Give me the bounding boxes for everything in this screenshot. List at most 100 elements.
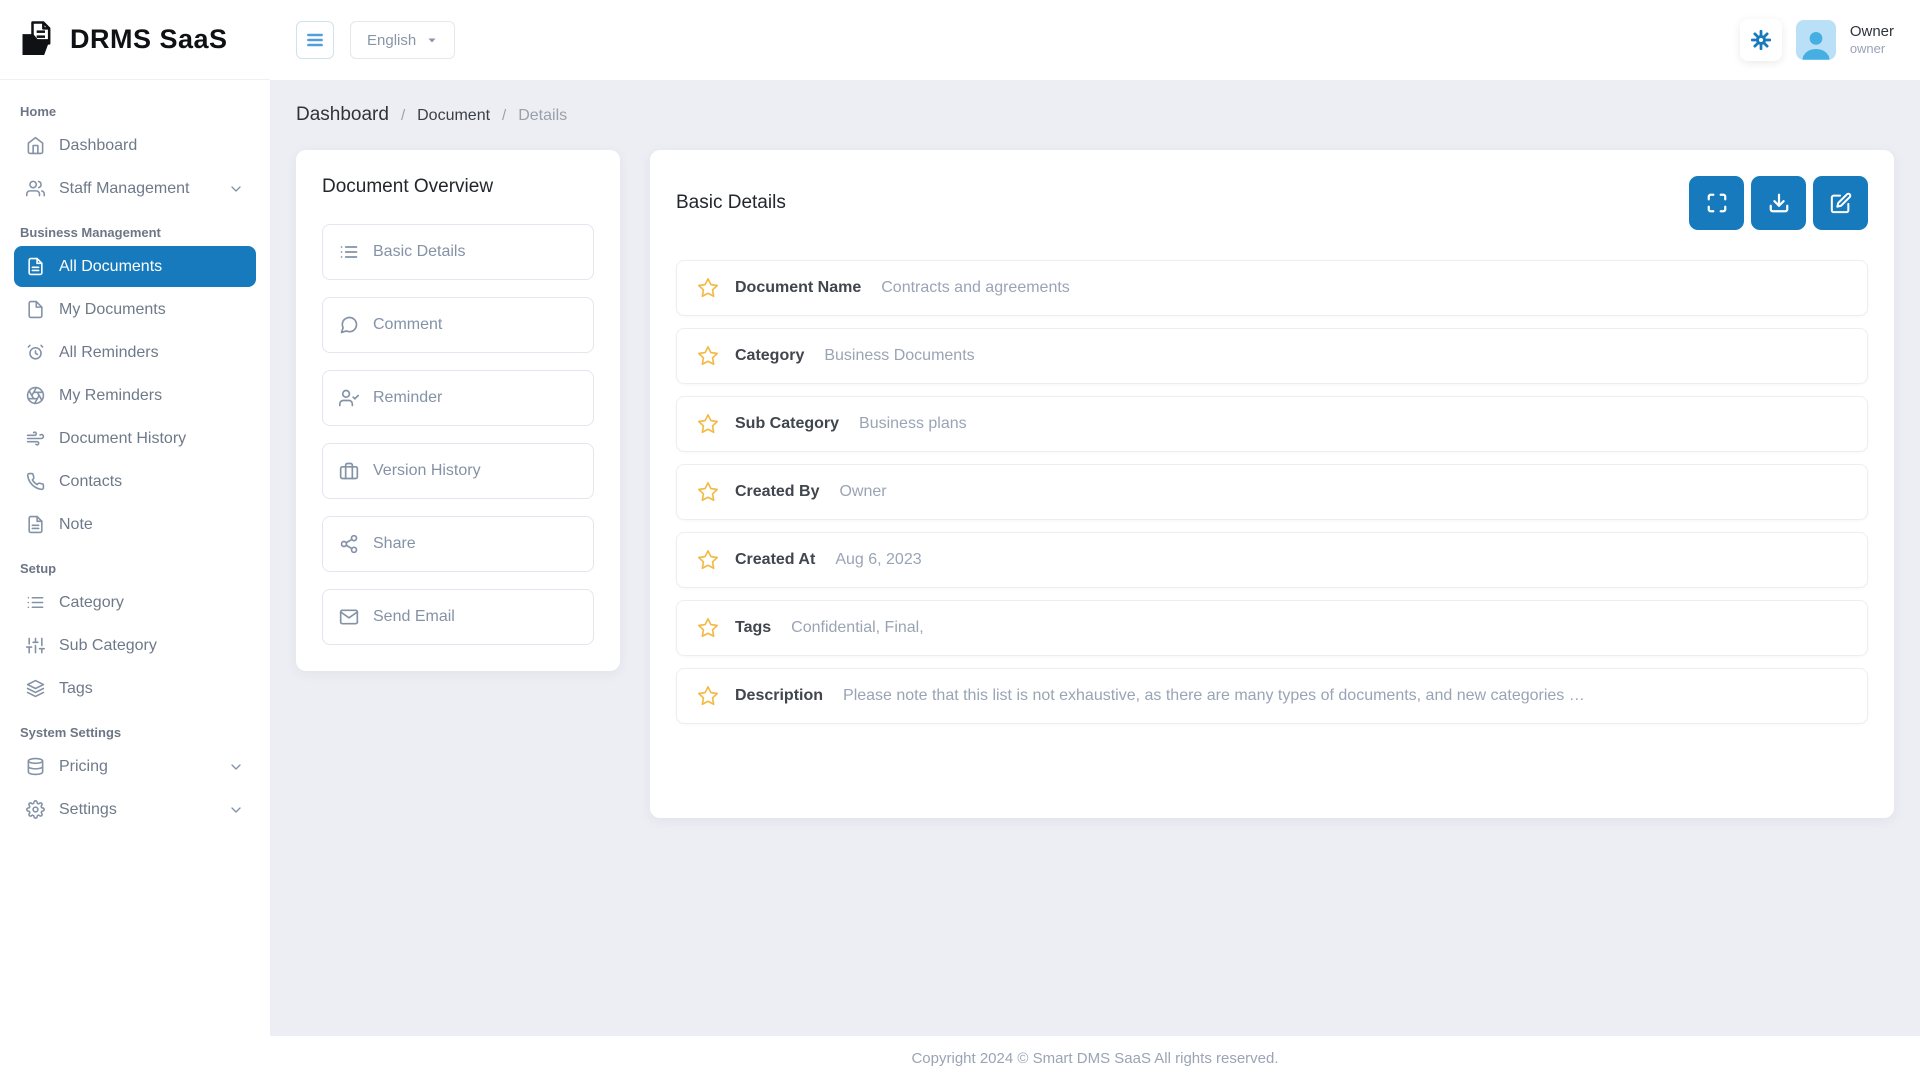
- detail-row-created-by: Created By Owner: [676, 464, 1868, 520]
- basic-details-card: Basic Details: [650, 150, 1894, 818]
- detail-row-sub-category: Sub Category Business plans: [676, 396, 1868, 452]
- database-icon: [26, 757, 45, 776]
- breadcrumb-document[interactable]: Document: [417, 107, 490, 125]
- detail-row-created-at: Created At Aug 6, 2023: [676, 532, 1868, 588]
- user-avatar[interactable]: [1796, 20, 1836, 60]
- edit-icon: [1830, 192, 1852, 214]
- chevron-down-icon: [228, 759, 244, 775]
- folder-document-logo-icon: [20, 20, 60, 60]
- sidebar-item-label: Staff Management: [59, 180, 189, 198]
- layers-icon: [26, 679, 45, 698]
- caret-down-icon: [426, 34, 438, 46]
- breadcrumb-details: Details: [518, 107, 567, 125]
- star-icon: [697, 345, 719, 367]
- briefcase-icon: [339, 461, 359, 481]
- button-label: Basic Details: [373, 243, 465, 261]
- nav-section-system-settings: System Settings: [20, 725, 250, 740]
- gear-icon: [1750, 29, 1772, 51]
- maximize-button[interactable]: [1689, 176, 1744, 230]
- row-label: Description: [735, 687, 823, 705]
- main-column: English: [270, 0, 1920, 1080]
- maximize-icon: [1706, 192, 1728, 214]
- brand-logo[interactable]: DRMS SaaS: [0, 0, 270, 80]
- row-value: Please note that this list is not exhaus…: [843, 687, 1585, 705]
- sidebar: DRMS SaaS Home Dashboard Staff Managemen…: [0, 0, 270, 1080]
- hamburger-icon: [305, 30, 325, 50]
- edit-button[interactable]: [1813, 176, 1868, 230]
- person-icon: [1799, 28, 1833, 60]
- sidebar-item-label: Document History: [59, 430, 186, 448]
- brand-name: DRMS SaaS: [70, 24, 228, 55]
- star-icon: [697, 277, 719, 299]
- breadcrumb-dashboard[interactable]: Dashboard: [296, 104, 389, 126]
- wind-icon: [26, 429, 45, 448]
- user-menu[interactable]: Owner owner: [1850, 23, 1894, 57]
- file-text-icon: [26, 257, 45, 276]
- sidebar-toggle-button[interactable]: [296, 21, 334, 59]
- sidebar-item-note[interactable]: Note: [14, 504, 256, 545]
- sidebar-item-category[interactable]: Category: [14, 582, 256, 623]
- sidebar-item-label: Sub Category: [59, 637, 157, 655]
- sidebar-item-label: My Documents: [59, 301, 166, 319]
- share-button[interactable]: Share: [322, 516, 594, 572]
- reminder-button[interactable]: Reminder: [322, 370, 594, 426]
- list-icon: [26, 593, 45, 612]
- user-name: Owner: [1850, 23, 1894, 41]
- button-label: Version History: [373, 462, 481, 480]
- settings-gear-button[interactable]: [1740, 19, 1782, 61]
- button-label: Comment: [373, 316, 442, 334]
- nav-section-home: Home: [20, 104, 250, 119]
- detail-row-category: Category Business Documents: [676, 328, 1868, 384]
- send-email-button[interactable]: Send Email: [322, 589, 594, 645]
- user-check-icon: [339, 388, 359, 408]
- button-label: Send Email: [373, 608, 455, 626]
- version-history-button[interactable]: Version History: [322, 443, 594, 499]
- footer: Copyright 2024 © Smart DMS SaaS All righ…: [270, 1036, 1920, 1080]
- sidebar-item-sub-category[interactable]: Sub Category: [14, 625, 256, 666]
- sidebar-item-staff-management[interactable]: Staff Management: [14, 168, 256, 209]
- button-label: Reminder: [373, 389, 442, 407]
- row-value: Aug 6, 2023: [835, 551, 921, 569]
- sidebar-item-label: Category: [59, 594, 124, 612]
- chevron-down-icon: [228, 181, 244, 197]
- sidebar-item-all-reminders[interactable]: All Reminders: [14, 332, 256, 373]
- row-label: Tags: [735, 619, 771, 637]
- download-button[interactable]: [1751, 176, 1806, 230]
- sidebar-item-contacts[interactable]: Contacts: [14, 461, 256, 502]
- star-icon: [697, 413, 719, 435]
- sidebar-item-all-documents[interactable]: All Documents: [14, 246, 256, 287]
- row-label: Created At: [735, 551, 815, 569]
- sidebar-item-label: Tags: [59, 680, 93, 698]
- nav-section-setup: Setup: [20, 561, 250, 576]
- basic-details-button[interactable]: Basic Details: [322, 224, 594, 280]
- language-dropdown[interactable]: English: [350, 21, 455, 59]
- list-icon: [339, 242, 359, 262]
- note-icon: [26, 515, 45, 534]
- copyright-text: Copyright 2024 © Smart DMS SaaS All righ…: [911, 1050, 1278, 1067]
- topbar: English: [270, 0, 1920, 80]
- breadcrumb-separator: /: [502, 107, 506, 124]
- sidebar-item-pricing[interactable]: Pricing: [14, 746, 256, 787]
- aperture-icon: [26, 386, 45, 405]
- sidebar-item-dashboard[interactable]: Dashboard: [14, 125, 256, 166]
- sidebar-item-label: All Reminders: [59, 344, 159, 362]
- sidebar-item-label: Pricing: [59, 758, 108, 776]
- share-icon: [339, 534, 359, 554]
- button-label: Share: [373, 535, 416, 553]
- comment-button[interactable]: Comment: [322, 297, 594, 353]
- detail-row-description: Description Please note that this list i…: [676, 668, 1868, 724]
- content-area: Dashboard / Document / Details Document …: [270, 80, 1920, 1036]
- sliders-icon: [26, 636, 45, 655]
- file-icon: [26, 300, 45, 319]
- user-role: owner: [1850, 41, 1894, 57]
- sidebar-item-label: Note: [59, 516, 93, 534]
- row-value: Owner: [839, 483, 886, 501]
- sidebar-item-label: Dashboard: [59, 137, 137, 155]
- sidebar-item-tags[interactable]: Tags: [14, 668, 256, 709]
- mail-icon: [339, 607, 359, 627]
- sidebar-item-document-history[interactable]: Document History: [14, 418, 256, 459]
- phone-icon: [26, 472, 45, 491]
- sidebar-item-my-reminders[interactable]: My Reminders: [14, 375, 256, 416]
- sidebar-item-settings[interactable]: Settings: [14, 789, 256, 830]
- sidebar-item-my-documents[interactable]: My Documents: [14, 289, 256, 330]
